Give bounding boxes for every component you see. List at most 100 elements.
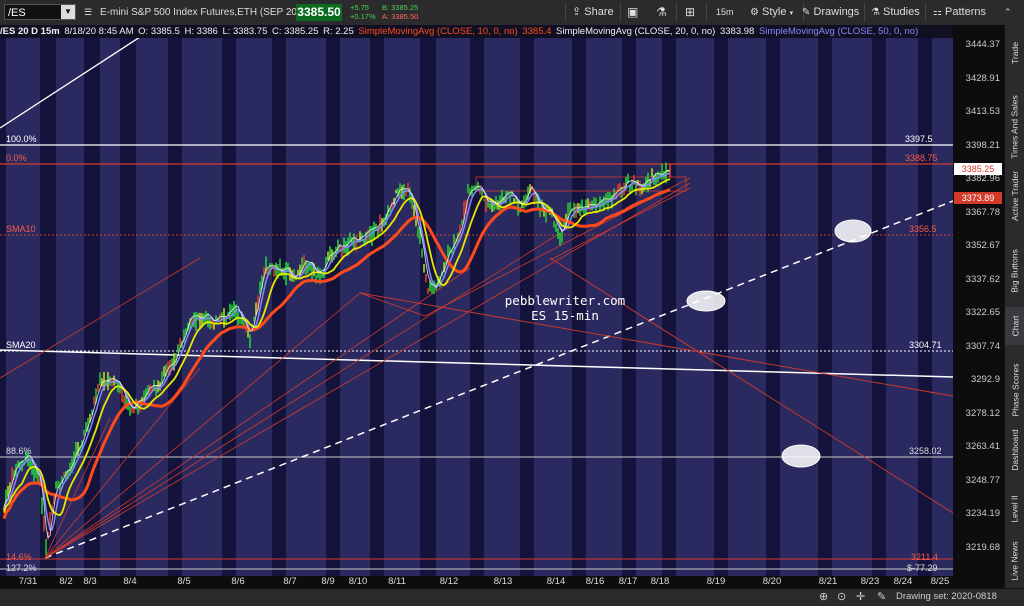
sidebar-tab-label: Active Trader: [1010, 170, 1021, 221]
price-chart[interactable]: [0, 38, 953, 576]
top-toolbar: /ES ▼ ☰ E-mini S&P 500 Index Futures,ETH…: [0, 0, 1024, 26]
price-tick-label: 3428.91: [965, 72, 1000, 84]
studies-button[interactable]: ⚗ Studies: [871, 0, 920, 25]
symbol-text: /ES: [8, 7, 26, 19]
sma10-value: 3385.4: [522, 26, 552, 37]
ohlc-low: L: 3383.75: [222, 26, 268, 37]
ohlc-open: O: 3385.5: [138, 26, 180, 37]
date-tick-label: 8/11: [388, 576, 406, 587]
pencil-icon[interactable]: ✎: [877, 590, 886, 603]
price-tick-label: 3337.62: [965, 273, 1000, 285]
zoom-icon[interactable]: ⊕: [819, 590, 828, 603]
session-band: [872, 38, 886, 576]
share-button[interactable]: ⇪ Share: [572, 0, 614, 25]
chevron-up-icon[interactable]: ⌃: [1004, 0, 1012, 25]
session-band: [662, 38, 676, 576]
pan-icon[interactable]: ⊙: [837, 590, 846, 603]
sidebar-tab-label: Trade: [1010, 41, 1021, 64]
sidebar-tab-label: Level II: [1010, 494, 1020, 523]
sidebar-tab-live-news[interactable]: Live News: [1005, 533, 1024, 588]
date-tick-label: 7/31: [18, 576, 38, 587]
date-tick-label: 8/9: [321, 576, 335, 587]
crosshair-icon[interactable]: ✛: [856, 590, 865, 603]
style-label: Style: [762, 6, 787, 18]
sidebar-tab-chart[interactable]: Chart: [1005, 307, 1024, 345]
divider: [864, 3, 865, 22]
patterns-button[interactable]: ⚏ Patterns: [933, 0, 986, 25]
session-band: [420, 38, 436, 576]
grid-icon[interactable]: ⊞: [685, 0, 695, 25]
sma20-label[interactable]: SimpleMovingAvg (CLOSE, 20, 0, no): [556, 26, 715, 37]
session-band: [168, 38, 182, 576]
chevron-down-icon[interactable]: ▼: [61, 5, 75, 19]
date-tick-label: 8/13: [493, 576, 513, 587]
sidebar-tab-big-buttons[interactable]: Big Buttons: [1005, 237, 1024, 305]
price-tick-label: 3248.77: [965, 474, 1000, 486]
sidebar-tab-level-ii[interactable]: Level II: [1005, 486, 1024, 531]
date-tick-label: 8/18: [650, 576, 670, 587]
bid-price: B: 3385.25: [382, 3, 419, 12]
date-tick-label: 8/2: [59, 576, 73, 587]
chart-header: /ES 20 D 15m 8/18/20 8:45 AM O: 3385.5 H…: [0, 25, 953, 38]
highlight-marker[interactable]: [781, 444, 821, 468]
chevron-down-icon: ▾: [789, 10, 794, 17]
sidebar-tab-label: Big Buttons: [1010, 249, 1021, 293]
fib-146-label: 14.6%: [6, 552, 32, 562]
price-tick-label: 3263.41: [965, 441, 1000, 452]
ohlc-high: H: 3386: [184, 26, 218, 37]
last-price: 3385.50: [296, 4, 342, 21]
session-band: [326, 38, 340, 576]
session-band: [0, 38, 6, 576]
sidebar-tab-active-trader[interactable]: Active Trader: [1005, 158, 1024, 233]
drawing-set-label[interactable]: Drawing set: 2020-0818: [896, 591, 997, 602]
drawings-button[interactable]: ✎ Drawings: [802, 0, 859, 25]
session-band: [120, 38, 136, 576]
price-tick-label: 3352.67: [965, 240, 1000, 251]
drawings-label: Drawings: [813, 6, 860, 18]
highlight-marker[interactable]: [686, 290, 726, 312]
sma-price-label: 3373.89: [954, 192, 1002, 204]
watermark-site: pebblewriter.com: [504, 293, 626, 308]
sidebar-tab-label: Phase Scores: [1010, 363, 1021, 416]
price-tick-label: 3234.19: [965, 508, 1000, 519]
price-axis[interactable]: 3444.37 3428.91 3413.53 3398.21 3382.96 3367.…: [953, 25, 1004, 588]
time-axis[interactable]: 7/31 8/2 8/3 8/4 8/5 8/6 8/7 8/9 8/10 8/11 8/12 8/1…: [0, 576, 953, 588]
date-tick-label: 8/6: [231, 576, 245, 587]
date-tick-label: 8/7: [283, 576, 297, 587]
sidebar-tab-dashboard[interactable]: Dashboard: [1005, 417, 1024, 482]
price-tick-label: 3292.9: [970, 374, 1000, 385]
date-tick-label: 8/21: [818, 576, 838, 587]
flask-icon[interactable]: ⚗: [656, 0, 667, 25]
patterns-icon: ⚏: [933, 7, 942, 18]
chart-plot-area[interactable]: 100.0% 0.0% SMA10 SMA20 88.6% 14.6% 127.…: [0, 38, 953, 576]
session-band: [766, 38, 780, 576]
share-label: Share: [584, 6, 614, 18]
date-tick-label: 8/20: [762, 576, 782, 587]
chart-date: 8/18/20 8:45 AM: [64, 26, 134, 37]
divider: [706, 3, 707, 22]
sma20-level-label: SMA20: [6, 340, 36, 350]
divider: [620, 3, 621, 22]
print-icon[interactable]: ▣: [627, 0, 638, 25]
link-icon[interactable]: ☰: [84, 0, 92, 25]
highlight-marker[interactable]: [834, 219, 872, 243]
fib-1272-label: 127.2%: [6, 563, 37, 573]
price-change-pct: +0.17%: [350, 12, 376, 21]
sma10-label[interactable]: SimpleMovingAvg (CLOSE, 10, 0, no): [358, 26, 517, 37]
ask-price: A: 3385.50: [382, 12, 419, 21]
price-tick-label: 3219.68: [965, 541, 1000, 553]
date-tick-label: 8/12: [439, 576, 459, 587]
fib-100-label: 100.0%: [6, 134, 37, 144]
symbol-selector[interactable]: /ES ▼: [4, 4, 76, 20]
sidebar-tab-trade[interactable]: Trade: [1005, 30, 1024, 75]
sma20-value: 3383.98: [719, 26, 755, 37]
style-button[interactable]: ⚙ Style ▾: [750, 0, 793, 25]
price-change: +5.75: [350, 3, 369, 12]
price-tick-label: 3367.78: [965, 206, 1000, 218]
fib-146-price-label: 3211.4: [911, 552, 938, 562]
price-tick-label: 3322.65: [965, 307, 1000, 318]
divider: [925, 3, 926, 22]
sma50-label[interactable]: SimpleMovingAvg (CLOSE, 50, 0, no): [759, 26, 918, 37]
timeframe-button[interactable]: 15m: [716, 0, 734, 25]
sidebar-tab-label: Times And Sales: [1010, 95, 1020, 159]
